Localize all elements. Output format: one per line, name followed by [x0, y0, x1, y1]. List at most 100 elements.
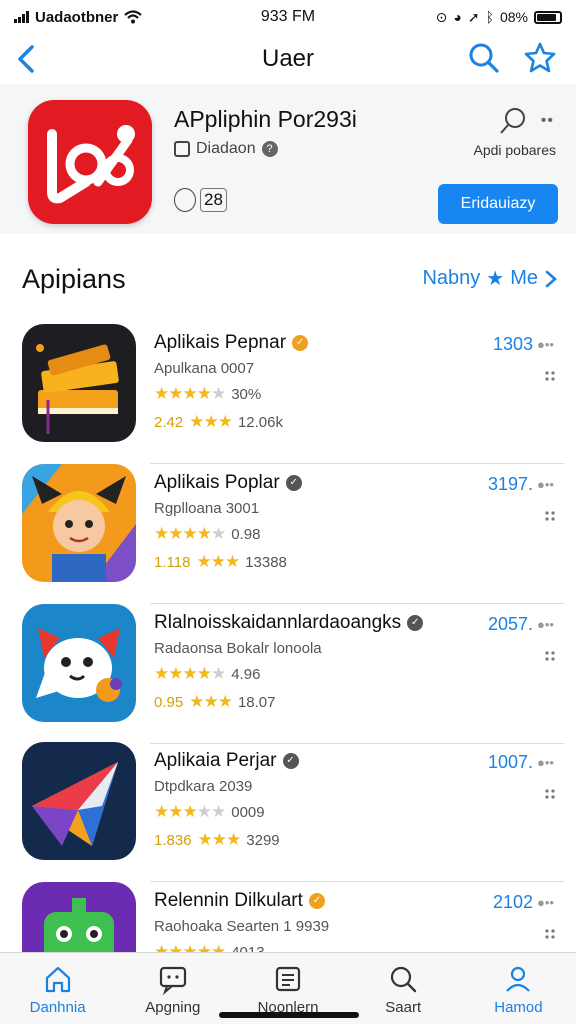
app-list-item[interactable]: Rlalnoisskaidannlardaoangks ✓ Radaonsa Bok… [0, 604, 576, 744]
home-icon [45, 966, 70, 993]
verified-badge-icon: ✓ [407, 615, 424, 631]
app-subtitle: Apulkana 0007 [154, 360, 255, 377]
featured-app-title: APpliphin Por293i [174, 106, 357, 132]
comment-count: 28 [200, 188, 227, 212]
home-indicator [219, 1012, 359, 1018]
app-name-text: Rlalnoisskaidannlardaoangks [154, 612, 402, 633]
app-subtitle: Rgplloana 3001 [154, 500, 260, 517]
app-name: Relennin Dilkulart ✓ [154, 890, 325, 912]
drag-handle-icon[interactable] [544, 510, 556, 522]
rating-text: 0.98 [231, 525, 261, 543]
bluetooth-icon: ᛒ [485, 9, 494, 25]
app-stats: 2.42 ★★★ 12.06k [154, 412, 283, 432]
app-price-text: 1303 [492, 334, 534, 354]
app-subtitle: Radaonsa Bokalr lonoola [154, 640, 322, 657]
app-name: Rlalnoisskaidannlardaoangks ✓ [154, 612, 424, 634]
featured-app-card[interactable]: APpliphin Por293i Diadaon ? 28 •• Apdi p… [0, 84, 576, 234]
featured-comment-count: 28 [174, 188, 227, 212]
more-dots-icon[interactable]: •• [541, 112, 554, 130]
more-dots-icon: ●•• [537, 477, 554, 492]
verified-badge-icon: ✓ [308, 893, 325, 909]
app-score: 2.42 [154, 413, 184, 431]
chat-icon [159, 966, 186, 995]
developer-icon [174, 141, 190, 157]
star-rating-icon: ★★★★★ [154, 524, 226, 543]
battery-fill [537, 13, 556, 21]
app-stats: 0.95 ★★★ 18.07 [154, 692, 275, 712]
star-rating-icon: ★★★★★ [154, 384, 226, 403]
tab-label: Hamod [494, 999, 543, 1016]
pin-icon[interactable] [498, 106, 528, 136]
app-list-item[interactable]: Aplikais Pepnar ✓ Apulkana 0007 ★★★★★ 30% 2.4… [0, 324, 576, 464]
app-name-text: Relennin Dilkulart [154, 890, 303, 911]
verified-badge-icon: ✓ [285, 475, 302, 491]
status-time: 933 FM [260, 8, 316, 25]
app-name-text: Aplikais Pepnar [154, 332, 287, 353]
featured-subtitle-text: Diadaon [196, 140, 256, 157]
app-price[interactable]: 2102 ●•• [493, 892, 554, 913]
back-chevron-icon[interactable] [12, 42, 42, 76]
app-price[interactable]: 3197. ●•• [488, 474, 554, 495]
carrier-name: Uadaotbner [35, 8, 119, 26]
tab-profile[interactable]: Hamod [461, 953, 576, 1024]
featured-app-subtitle: Diadaon ? [174, 140, 278, 158]
battery-icon [534, 10, 562, 24]
app-price-text: 2057. [487, 614, 534, 634]
chevron-right-icon [545, 270, 557, 287]
app-icon[interactable] [22, 742, 136, 860]
app-rating: ★★★★★ 30% [154, 384, 261, 404]
app-price[interactable]: 1303 ●•• [493, 334, 554, 355]
tab-label: Apgning [145, 999, 201, 1016]
app-price[interactable]: 2057. ●•• [488, 614, 554, 635]
featured-app-icon[interactable] [28, 100, 152, 224]
star-rating-icon: ★★★ [189, 412, 233, 431]
star-icon: ★ [486, 268, 505, 290]
rating-text: 30% [231, 385, 262, 403]
page-title: Uaer [261, 45, 315, 72]
tab-label: Saart [385, 999, 422, 1016]
battery-percent: 08% [499, 9, 528, 25]
download-count: 18.07 [237, 693, 276, 711]
app-subtitle: Dtpdkara 2039 [154, 778, 253, 795]
drag-handle-icon[interactable] [544, 650, 556, 662]
section-see-more-link[interactable]: Nabny ★ Me [422, 266, 558, 291]
star-rating-icon: ★★★ [196, 552, 240, 571]
verified-badge-icon: ✓ [292, 335, 309, 351]
tab-search[interactable]: Saart [346, 953, 461, 1024]
favorite-star-icon[interactable] [522, 40, 558, 76]
status-bar: Uadaotbner 933 FM ⊙ ◕ ➚ ᛒ 08% [0, 0, 576, 34]
more-dots-icon: ●•• [537, 755, 554, 770]
app-name: Aplikais Pepnar ✓ [154, 332, 309, 354]
app-rating: ★★★★★ 4.96 [154, 664, 260, 684]
drag-handle-icon[interactable] [544, 788, 556, 800]
app-icon[interactable] [22, 464, 136, 582]
section-link-text: Nabny [422, 267, 481, 289]
app-list-item[interactable]: Aplikais Poplar ✓ Rgplloana 3001 ★★★★★ 0.98 1… [0, 464, 576, 604]
drag-handle-icon[interactable] [544, 370, 556, 382]
app-list-item[interactable]: Aplikaia Perjar ✓ Dtpdkara 2039 ★★★★★ 0009 1.… [0, 742, 576, 882]
app-stats: 1.118 ★★★ 13388 [154, 552, 287, 572]
search-icon[interactable] [466, 40, 502, 76]
section-title: Apipians [22, 264, 126, 294]
rating-text: 4.96 [231, 665, 261, 683]
download-count: 12.06k [237, 413, 283, 431]
app-name-text: Aplikais Poplar [154, 472, 280, 493]
tab-home[interactable]: Danhnia [0, 953, 115, 1024]
verified-badge-icon: ✓ [282, 753, 299, 769]
wifi-icon [124, 10, 143, 24]
featured-get-button[interactable]: Eridauiazy [438, 184, 558, 224]
signal-icon [14, 11, 29, 23]
drag-handle-icon[interactable] [544, 928, 556, 940]
app-price-text: 1007. [487, 752, 534, 772]
more-dots-icon: ●•• [537, 895, 554, 910]
more-dots-icon: ●•• [537, 617, 554, 632]
app-name: Aplikaia Perjar ✓ [154, 750, 299, 772]
tab-chat[interactable]: Apgning [115, 953, 230, 1024]
app-score: 0.95 [154, 693, 184, 711]
app-icon[interactable] [22, 324, 136, 442]
info-icon[interactable]: ? [261, 141, 278, 157]
featured-side-label: Apdi pobares [473, 142, 556, 158]
navigation-bar: Uaer [0, 34, 576, 84]
app-price[interactable]: 1007. ●•• [488, 752, 554, 773]
app-icon[interactable] [22, 604, 136, 722]
